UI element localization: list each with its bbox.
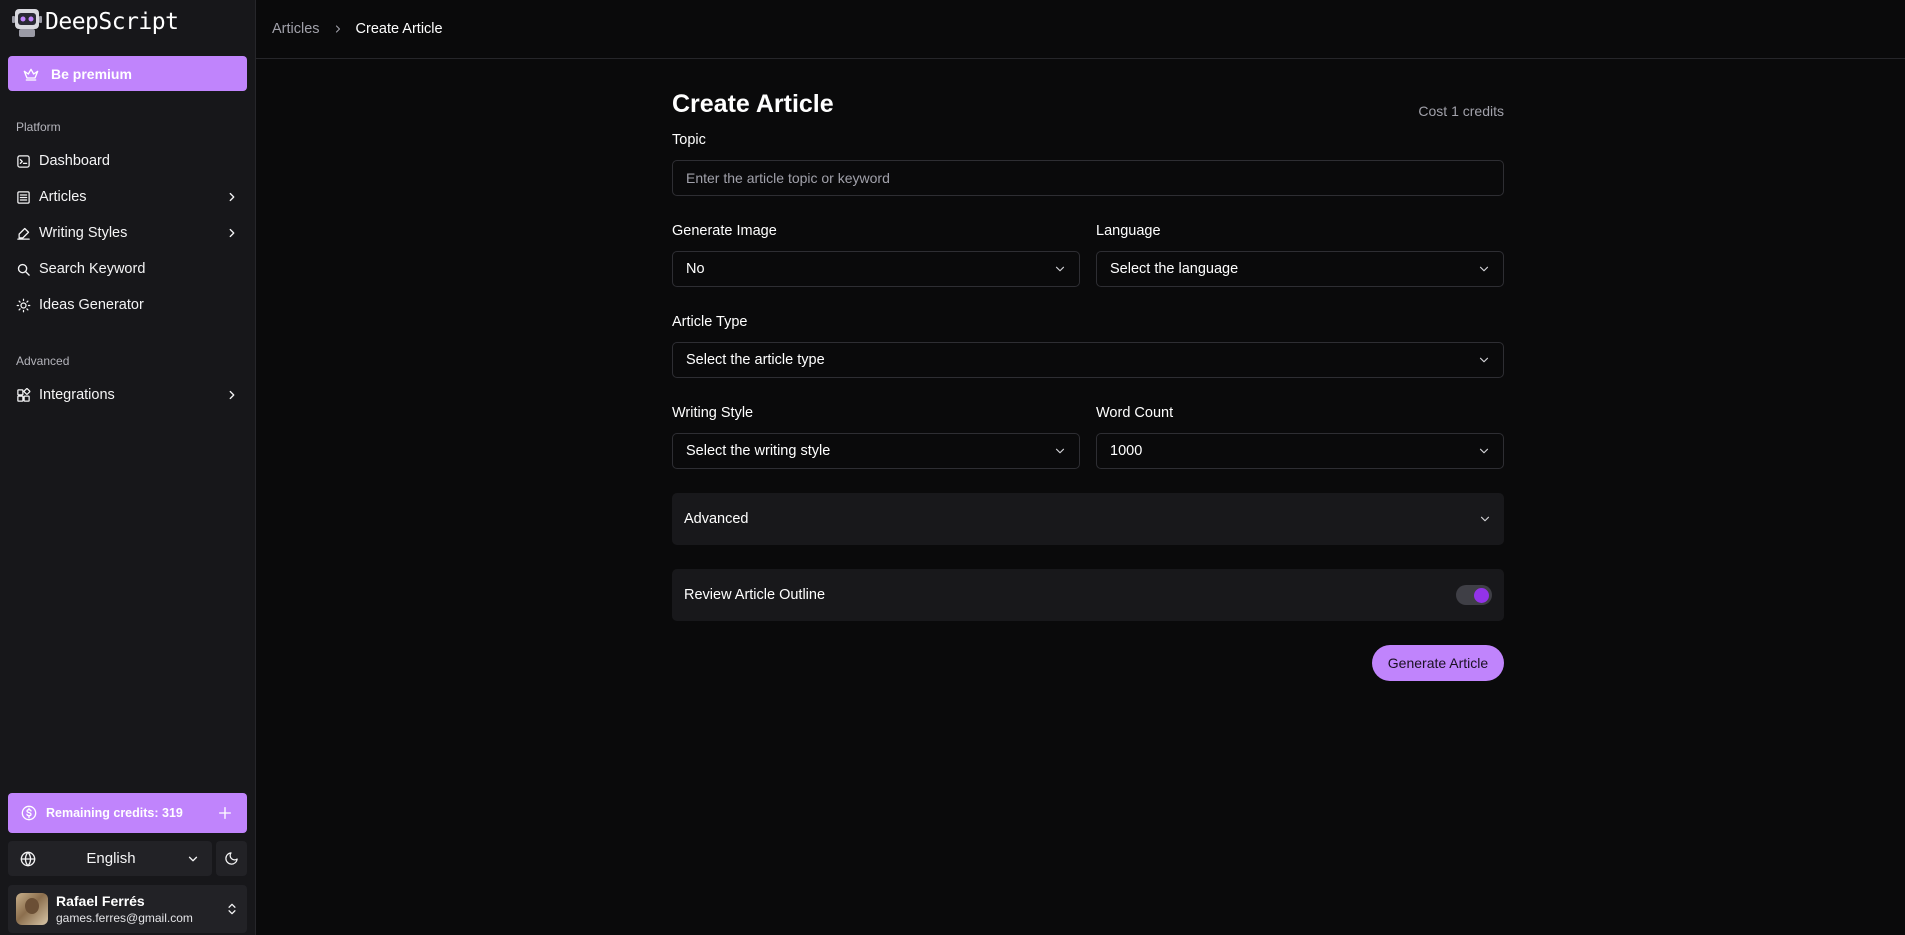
cost-label: Cost 1 credits — [1418, 103, 1504, 119]
chevron-down-icon — [1053, 262, 1067, 276]
language-label: Language — [1096, 223, 1161, 239]
generate-image-field: Generate Image No — [672, 223, 1080, 287]
chevron-right-icon — [225, 190, 239, 204]
review-outline-label: Review Article Outline — [684, 587, 826, 603]
user-name: Rafael Ferrés — [56, 893, 145, 909]
page-title: Create Article — [672, 90, 834, 118]
word-count-select[interactable]: 1000 — [1096, 433, 1504, 469]
be-premium-button[interactable]: Be premium — [8, 56, 247, 91]
sidebar-item-search-keyword[interactable]: Search Keyword — [0, 251, 255, 287]
image-language-row: Generate Image No Language Select the la… — [672, 223, 1504, 287]
writing-style-field: Writing Style Select the writing style — [672, 405, 1080, 469]
app-root: DeepScript Be premium Platform Dashboard — [0, 0, 1905, 935]
sidebar-item-label: Writing Styles — [39, 225, 128, 241]
avatar — [16, 893, 48, 925]
sidebar-item-label: Articles — [39, 189, 87, 205]
sidebar-item-label: Ideas Generator — [39, 297, 144, 313]
writing-style-label: Writing Style — [672, 405, 754, 421]
main-content: Articles Create Article Create Article C… — [256, 0, 1905, 935]
search-icon — [16, 262, 31, 277]
writing-style-select[interactable]: Select the writing style — [672, 433, 1080, 469]
remaining-credits-button[interactable]: Remaining credits: 319 — [8, 793, 247, 833]
language-value: English — [86, 850, 136, 867]
language-form-select[interactable]: Select the language — [1096, 251, 1504, 287]
chevron-down-icon — [1477, 444, 1491, 458]
user-email: games.ferres@gmail.com — [56, 911, 193, 925]
language-form-value: Select the language — [1110, 261, 1239, 277]
sidebar-item-writing-styles[interactable]: Writing Styles — [0, 215, 255, 251]
article-type-label: Article Type — [672, 314, 748, 330]
platform-nav: Dashboard Articles Writing Styles Search… — [0, 143, 255, 323]
form-header: Create Article Cost 1 credits — [672, 90, 1504, 128]
crown-icon — [23, 66, 39, 82]
topic-input[interactable] — [672, 160, 1504, 196]
breadcrumb-current: Create Article — [355, 21, 443, 37]
writing-style-value: Select the writing style — [686, 443, 831, 459]
breadcrumb-articles-link[interactable]: Articles — [272, 21, 320, 37]
user-menu[interactable]: Rafael Ferrés games.ferres@gmail.com — [8, 885, 247, 933]
form-actions: Generate Article — [672, 645, 1504, 681]
pen-icon — [16, 226, 31, 241]
article-type-value: Select the article type — [686, 352, 825, 368]
generate-image-select[interactable]: No — [672, 251, 1080, 287]
plus-icon[interactable] — [217, 805, 233, 821]
sidebar-item-label: Integrations — [39, 387, 115, 403]
review-outline-panel: Review Article Outline — [672, 569, 1504, 621]
chevron-right-icon — [332, 23, 344, 35]
chevron-right-icon — [225, 226, 239, 240]
globe-icon — [20, 851, 36, 867]
advanced-accordion[interactable]: Advanced — [672, 493, 1504, 545]
generate-image-value: No — [686, 261, 705, 277]
advanced-accordion-label: Advanced — [684, 511, 749, 527]
style-wordcount-row: Writing Style Select the writing style W… — [672, 405, 1504, 469]
lightbulb-icon — [16, 298, 31, 313]
create-article-form: Create Article Cost 1 credits Topic Gene… — [672, 90, 1504, 681]
remaining-credits-label: Remaining credits: 319 — [46, 806, 183, 820]
chevrons-up-down-icon — [225, 902, 239, 916]
sidebar: DeepScript Be premium Platform Dashboard — [0, 0, 256, 935]
robot-logo-icon — [11, 6, 43, 38]
sidebar-item-ideas-generator[interactable]: Ideas Generator — [0, 287, 255, 323]
chevron-down-icon — [1477, 262, 1491, 276]
generate-image-label: Generate Image — [672, 223, 777, 239]
theme-toggle-button[interactable] — [216, 841, 247, 876]
platform-section-label: Platform — [16, 120, 61, 134]
breadcrumb: Articles Create Article — [256, 0, 1905, 59]
word-count-value: 1000 — [1110, 443, 1143, 459]
user-info: Rafael Ferrés games.ferres@gmail.com — [56, 893, 225, 925]
chevron-right-icon — [225, 388, 239, 402]
generate-article-button[interactable]: Generate Article — [1372, 645, 1504, 681]
word-count-field: Word Count 1000 — [1096, 405, 1504, 469]
list-icon — [16, 190, 31, 205]
language-field: Language Select the language — [1096, 223, 1504, 287]
brand[interactable]: DeepScript — [0, 0, 255, 44]
sidebar-item-dashboard[interactable]: Dashboard — [0, 143, 255, 179]
language-theme-row: English — [8, 841, 247, 876]
moon-icon — [224, 851, 239, 866]
terminal-icon — [16, 154, 31, 169]
advanced-section-label: Advanced — [16, 354, 70, 368]
toggle-knob — [1474, 588, 1489, 603]
topic-label: Topic — [672, 132, 706, 148]
word-count-label: Word Count — [1096, 405, 1174, 421]
chevron-down-icon — [186, 852, 200, 866]
chevron-down-icon — [1477, 353, 1491, 367]
brand-name: DeepScript — [45, 9, 179, 35]
sidebar-item-articles[interactable]: Articles — [0, 179, 255, 215]
blocks-icon — [16, 387, 31, 403]
chevron-down-icon — [1053, 444, 1067, 458]
language-select[interactable]: English — [8, 841, 212, 876]
advanced-nav: Integrations — [0, 377, 255, 413]
be-premium-label: Be premium — [51, 65, 132, 82]
sidebar-item-label: Dashboard — [39, 153, 110, 169]
sidebar-item-label: Search Keyword — [39, 261, 146, 277]
chevron-down-icon — [1478, 512, 1492, 526]
article-type-select[interactable]: Select the article type — [672, 342, 1504, 378]
article-type-field: Article Type Select the article type — [672, 314, 1504, 378]
review-outline-toggle[interactable] — [1456, 585, 1492, 605]
dollar-coin-icon — [21, 805, 37, 821]
sidebar-item-integrations[interactable]: Integrations — [0, 377, 255, 413]
